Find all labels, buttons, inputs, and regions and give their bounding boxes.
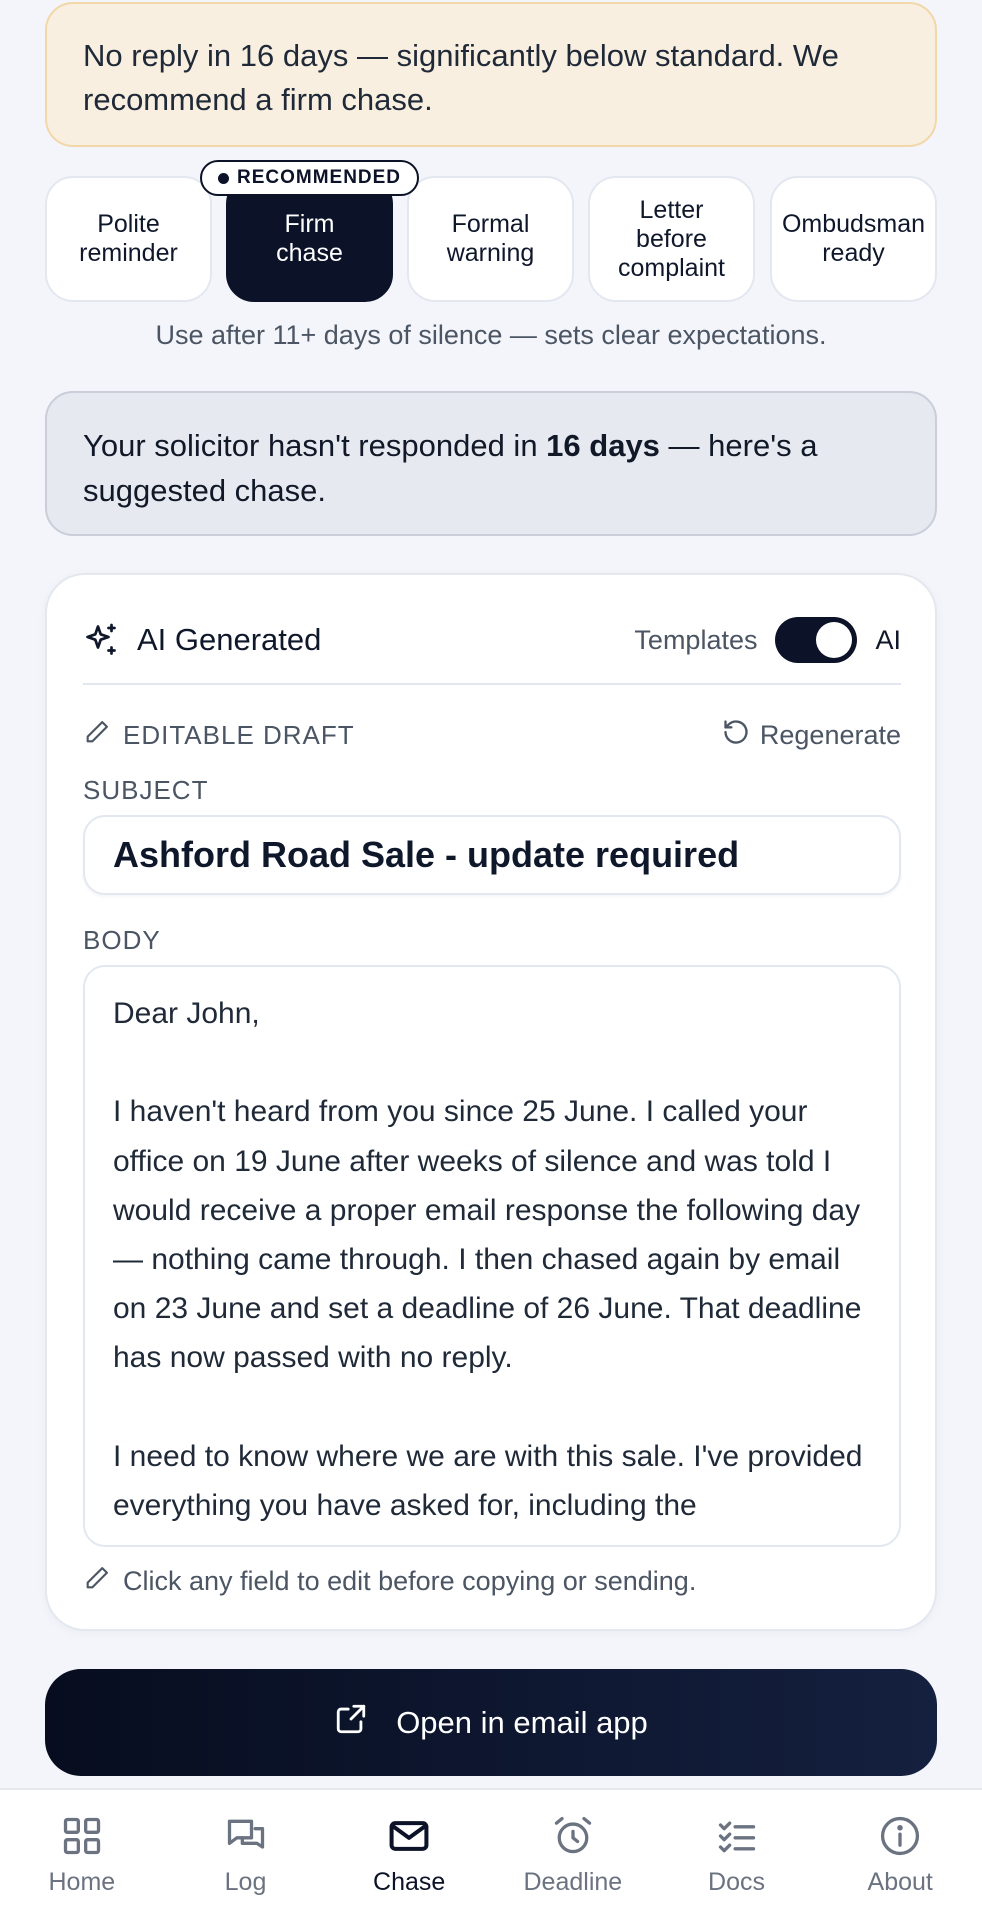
subject-label: SUBJECT [83, 775, 209, 805]
suggestion-info-box: Your solicitor hasn't responded in 16 da… [45, 391, 937, 536]
draft-card-header: AI Generated Templates AI [83, 611, 901, 669]
alarm-clock-icon [551, 1814, 595, 1858]
tone-hint: Use after 11+ days of silence — sets cle… [155, 320, 827, 350]
nav-item-chase[interactable]: Chase [327, 1790, 491, 1920]
recommended-badge: RECOMMENDED [200, 160, 419, 196]
sparkles-icon [83, 622, 119, 658]
silence-warning-banner: No reply in 16 days — significantly belo… [45, 2, 937, 147]
edit-hint: Click any field to edit before copying o… [83, 1561, 696, 1601]
body-label: BODY [83, 925, 161, 955]
toggle-label-ai: AI [875, 624, 901, 655]
tone-option-letter-before-complaint[interactable]: Letter before complaint [588, 176, 755, 302]
nav-item-about[interactable]: About [818, 1790, 982, 1920]
draft-toolbar: EDITABLE DRAFT Regenerate [83, 715, 901, 755]
editable-draft-label: EDITABLE DRAFT [83, 715, 355, 755]
open-in-email-app-button[interactable]: Open in email app [45, 1669, 937, 1776]
silence-warning-text: No reply in 16 days — significantly belo… [83, 38, 839, 117]
ai-generated-title: AI Generated [83, 611, 321, 669]
tone-option-polite-reminder[interactable]: Polite reminder [45, 176, 212, 302]
chat-icon [224, 1814, 268, 1858]
regenerate-button[interactable]: Regenerate [722, 715, 901, 755]
bottom-navigation: Home Log Chase Deadline Docs About [0, 1788, 982, 1920]
days-silent: 16 days [546, 428, 660, 463]
chase-screen: No reply in 16 days — significantly belo… [0, 0, 982, 1920]
nav-item-docs[interactable]: Docs [655, 1790, 819, 1920]
body-field[interactable]: Dear John, I haven't heard from you sinc… [83, 965, 901, 1547]
mail-icon [387, 1814, 431, 1858]
info-icon [878, 1814, 922, 1858]
nav-item-home[interactable]: Home [0, 1790, 164, 1920]
checklist-icon [715, 1814, 759, 1858]
refresh-icon [722, 718, 750, 753]
toggle-knob [816, 622, 853, 658]
grid-icon [60, 1814, 104, 1858]
draft-card: AI Generated Templates AI EDITABLE DRAFT [45, 573, 937, 1631]
toggle-label-templates: Templates [634, 624, 758, 655]
divider [83, 683, 901, 685]
nav-item-deadline[interactable]: Deadline [491, 1790, 655, 1920]
pencil-icon [83, 1564, 111, 1599]
subject-field[interactable]: Ashford Road Sale - update required [83, 815, 901, 895]
tone-option-formal-warning[interactable]: Formal warning [407, 176, 574, 302]
external-link-icon [334, 1702, 368, 1744]
mode-toggle-group: Templates AI [634, 611, 901, 669]
templates-ai-toggle[interactable] [775, 617, 858, 663]
nav-item-log[interactable]: Log [164, 1790, 328, 1920]
pencil-icon [83, 718, 111, 753]
dot-icon [217, 172, 229, 184]
tone-selector: Polite reminder Firm chase Formal warnin… [45, 160, 937, 302]
tone-option-ombudsman-ready[interactable]: Ombudsman ready [770, 176, 937, 302]
